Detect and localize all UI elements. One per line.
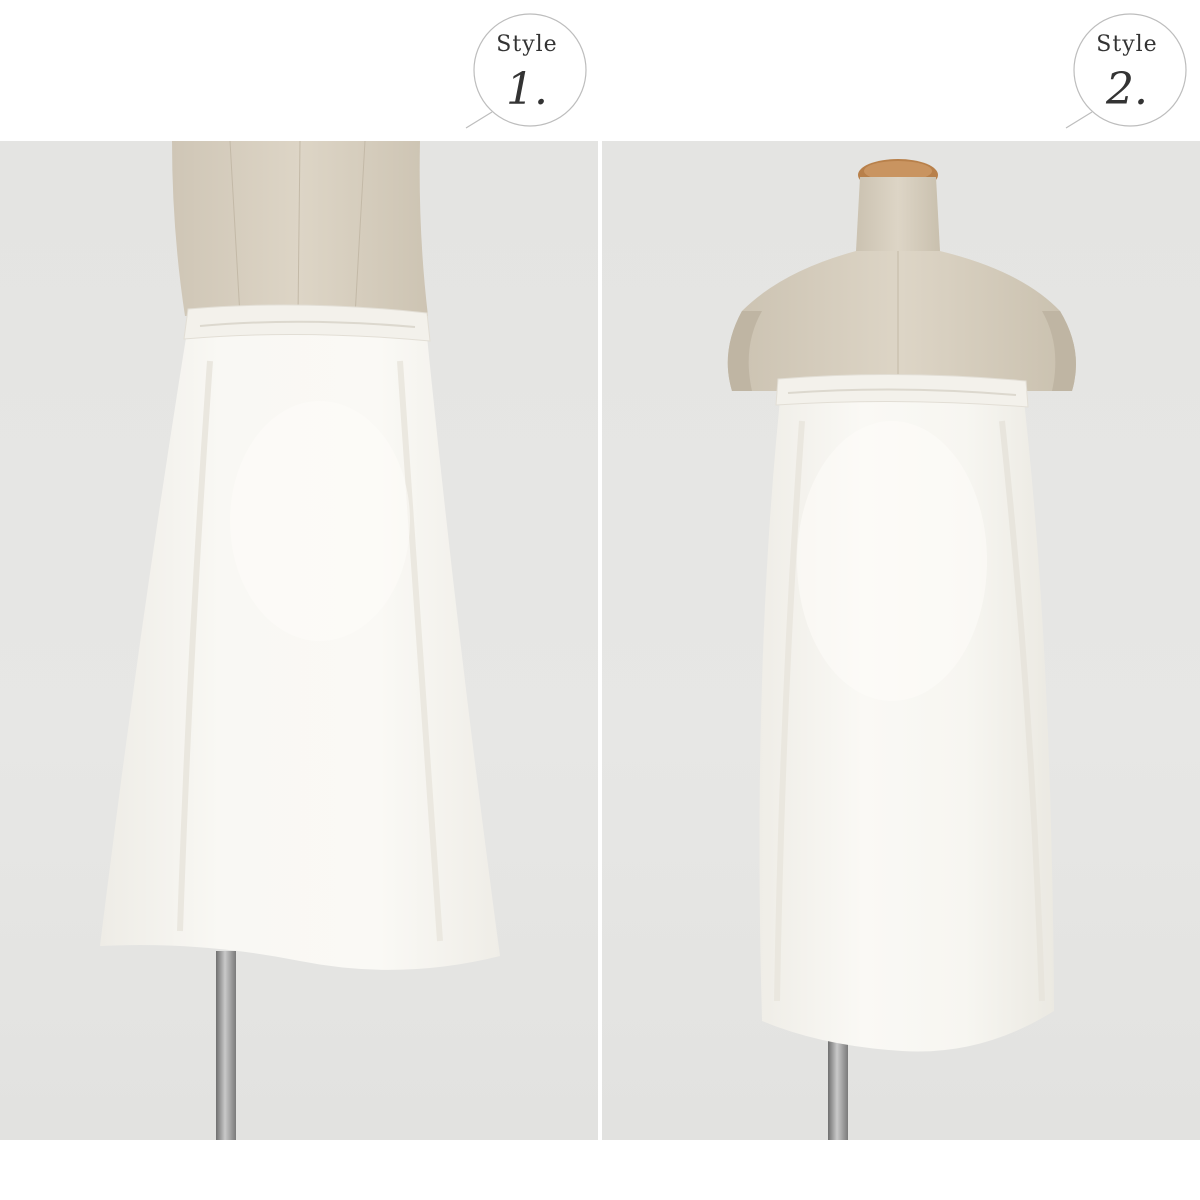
badge-2-number: 2. [1106, 64, 1148, 115]
style-1-photo [0, 141, 598, 1140]
style-2-photo [602, 141, 1200, 1140]
badge-1-word: Style [496, 32, 558, 57]
badge-2-word: Style [1096, 32, 1158, 57]
style-1-badge: Style 1. [462, 12, 592, 130]
style-2-badge: Style 2. [1062, 12, 1192, 130]
badge-1-number: 1. [506, 64, 548, 115]
dress-on-mannequin-image [727, 159, 1076, 1140]
skirt-on-mannequin-image [100, 141, 500, 1140]
